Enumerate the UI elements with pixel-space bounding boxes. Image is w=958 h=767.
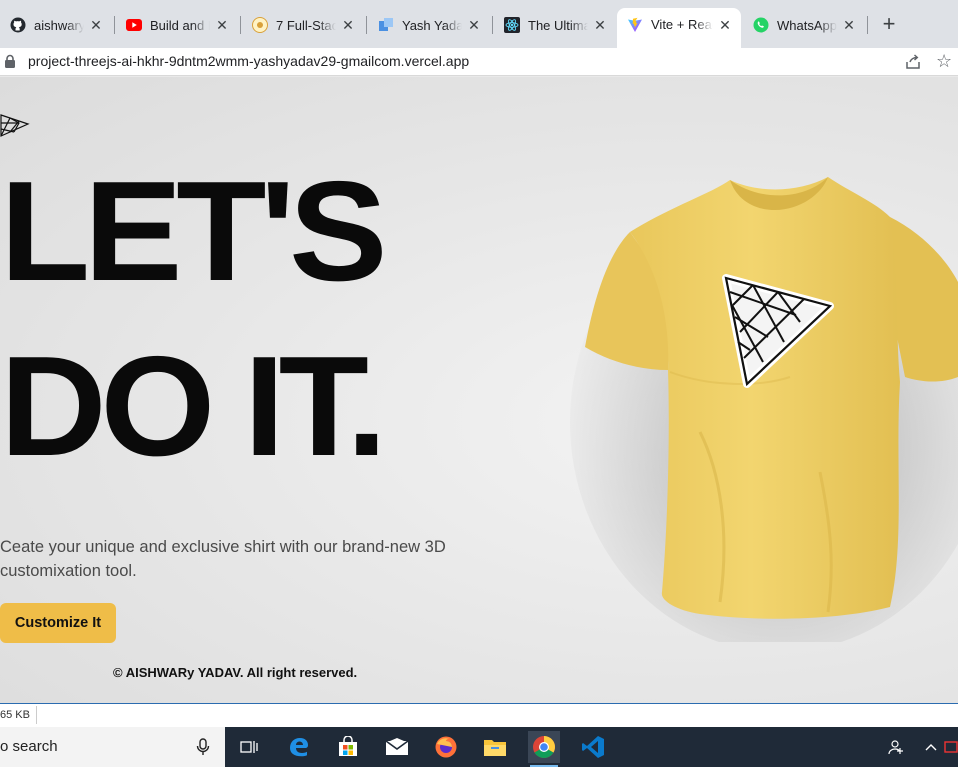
customize-it-button[interactable]: Customize It (0, 603, 116, 643)
lock-icon[interactable] (4, 54, 18, 70)
task-view-icon[interactable] (233, 731, 265, 763)
tab-youtube[interactable]: Build and D ✕ (116, 9, 238, 41)
copyright-text: © AISHWARy YADAV. All right reserved. (113, 665, 358, 680)
close-icon[interactable]: ✕ (214, 17, 230, 33)
tab-title: The Ultimat (528, 17, 588, 33)
hero-headline-line-2: DO IT. (0, 327, 387, 486)
tab-separator (492, 16, 493, 34)
taskbar-search-box[interactable]: o search (0, 727, 225, 767)
close-icon[interactable]: ✕ (340, 17, 356, 33)
tab-title: aishwary29 (34, 17, 84, 33)
close-icon[interactable]: ✕ (466, 17, 482, 33)
logo-icon (0, 114, 30, 137)
chevron-up-icon[interactable] (922, 727, 940, 767)
tab-profile[interactable]: Yash Yadav ✕ (368, 9, 490, 41)
tab-title: Yash Yadav (402, 17, 462, 33)
github-icon (10, 17, 26, 33)
vscode-icon[interactable] (577, 731, 609, 763)
close-icon[interactable]: ✕ (717, 17, 733, 33)
store-icon[interactable] (332, 731, 364, 763)
tab-separator (867, 16, 868, 34)
file-explorer-icon[interactable] (479, 731, 511, 763)
edge-icon[interactable] (283, 731, 315, 763)
url-field[interactable]: project-threejs-ai-hkhr-9dntm2wmm-yashya… (28, 53, 469, 69)
tab-title: Build and D (150, 17, 210, 33)
youtube-icon (126, 17, 142, 33)
tab-separator (114, 16, 115, 34)
new-tab-button[interactable]: + (877, 13, 901, 37)
close-icon[interactable]: ✕ (592, 17, 608, 33)
share-icon[interactable] (904, 53, 922, 71)
profile-icon (378, 17, 394, 33)
tab-separator (366, 16, 367, 34)
status-divider (36, 706, 37, 724)
close-icon[interactable]: ✕ (88, 17, 104, 33)
bookmark-star-icon[interactable]: ☆ (936, 52, 954, 70)
people-icon[interactable] (886, 727, 906, 767)
tab-github[interactable]: aishwary29 ✕ (0, 9, 112, 41)
page-viewport: LET'S DO IT. Ceate your unique and exclu… (0, 77, 958, 703)
download-size-text: 65 KB (0, 709, 30, 721)
tab-title: WhatsApp (777, 17, 837, 33)
tab-react[interactable]: The Ultimat ✕ (494, 9, 616, 41)
tab-article[interactable]: 7 Full-Stack ✕ (242, 9, 364, 41)
close-icon[interactable]: ✕ (841, 17, 857, 33)
article-icon (252, 17, 268, 33)
tab-vite-active[interactable]: Vite + Reac ✕ (617, 8, 741, 48)
tray-overflow-icon[interactable] (944, 727, 958, 767)
address-bar: project-threejs-ai-hkhr-9dntm2wmm-yashya… (0, 48, 958, 76)
windows-taskbar: o search (0, 727, 958, 767)
tshirt-3d-model[interactable] (560, 172, 958, 642)
firefox-icon[interactable] (430, 731, 462, 763)
tab-title: 7 Full-Stack (276, 17, 336, 33)
tab-whatsapp[interactable]: WhatsApp ✕ (743, 9, 865, 41)
microphone-icon[interactable] (196, 738, 212, 756)
whatsapp-icon (753, 17, 769, 33)
hero-headline-line-1: LET'S (0, 152, 388, 311)
tab-separator (240, 16, 241, 34)
vite-icon (627, 17, 643, 33)
chrome-icon[interactable] (528, 731, 560, 767)
tab-title: Vite + Reac (651, 17, 713, 32)
browser-tab-strip: aishwary29 ✕ Build and D ✕ 7 Full-Stack … (0, 0, 958, 48)
search-placeholder: o search (0, 738, 58, 755)
mail-icon[interactable] (381, 731, 413, 763)
hero-description: Ceate your unique and exclusive shirt wi… (0, 538, 446, 580)
react-icon (504, 17, 520, 33)
status-bar: 65 KB (0, 703, 958, 727)
